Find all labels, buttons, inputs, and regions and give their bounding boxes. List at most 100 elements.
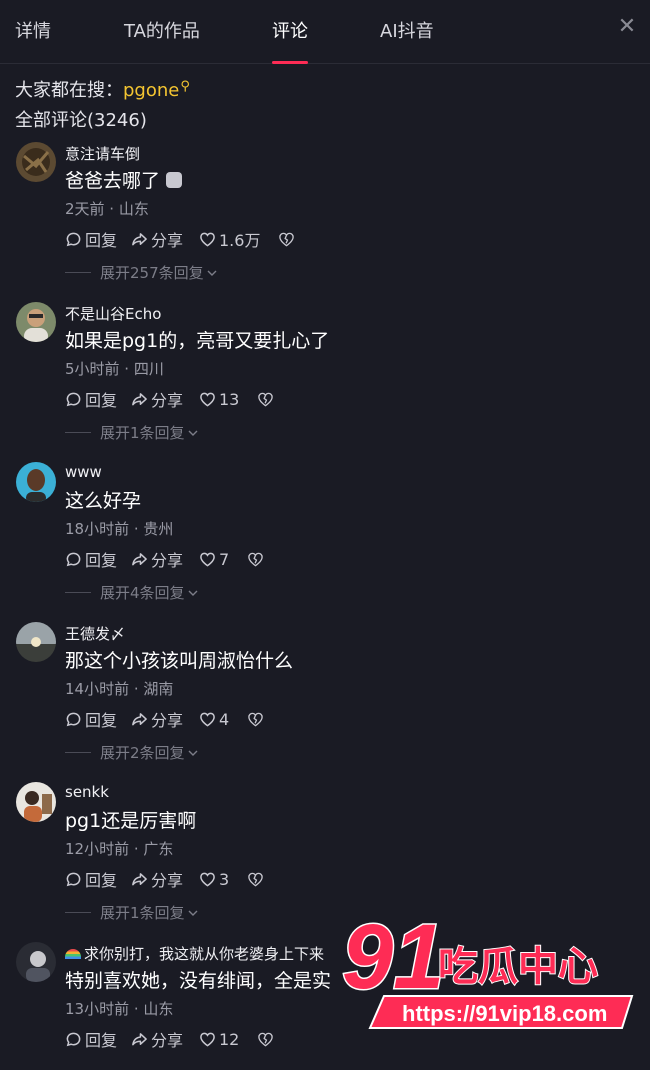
comment-text: 如果是pg1的，亮哥又要扎心了 xyxy=(65,330,330,352)
comment-item: www 这么好孕 18小时前 · 贵州 回复 分享 7 展开4条回复 xyxy=(0,462,650,622)
comment-actions: 回复 分享 7 xyxy=(65,548,267,570)
like-button[interactable]: 7 xyxy=(199,550,229,569)
tab-details[interactable]: 详情 xyxy=(15,20,51,44)
like-count: 4 xyxy=(219,709,230,729)
close-icon[interactable]: ✕ xyxy=(616,16,638,38)
like-button[interactable]: 1.6万 xyxy=(199,227,260,251)
comment-text: 爸爸去哪了 xyxy=(65,166,183,193)
comment-meta: 2天前 · 山东 xyxy=(65,200,149,218)
emoji-sticker-icon xyxy=(166,172,183,188)
reply-icon xyxy=(66,232,81,246)
expand-replies[interactable]: 展开257条回复 xyxy=(65,262,218,283)
share-button[interactable]: 分享 xyxy=(131,387,199,411)
share-button[interactable]: 分享 xyxy=(131,707,199,731)
dislike-button[interactable] xyxy=(247,711,267,728)
broken-heart-icon xyxy=(258,392,274,406)
reply-icon xyxy=(66,872,81,886)
like-count: 12 xyxy=(219,1029,240,1049)
expand-replies[interactable]: 展开2条回复 xyxy=(65,742,199,763)
expand-replies[interactable]: 展开4条回复 xyxy=(65,582,199,603)
avatar[interactable] xyxy=(16,302,56,342)
like-button[interactable]: 12 xyxy=(199,1030,239,1049)
reply-button[interactable]: 回复 xyxy=(65,387,131,411)
comment-username[interactable]: senkk xyxy=(65,783,109,801)
divider xyxy=(65,272,91,273)
watermark-url: https://91vip18.com xyxy=(402,1001,607,1026)
tab-works[interactable]: TA的作品 xyxy=(124,20,200,44)
share-button[interactable]: 分享 xyxy=(131,547,199,571)
like-count: 13 xyxy=(219,389,240,409)
dislike-button[interactable] xyxy=(257,391,277,408)
like-count: 1.6万 xyxy=(219,231,261,250)
share-button[interactable]: 分享 xyxy=(131,867,199,891)
share-icon xyxy=(132,392,147,405)
comment-username[interactable]: 王德发〆 xyxy=(65,623,125,644)
expand-replies[interactable]: 展开1条回复 xyxy=(65,422,199,443)
reply-button[interactable]: 回复 xyxy=(65,1027,131,1051)
comment-meta: 12小时前 · 广东 xyxy=(65,840,174,858)
search-prefix: 大家都在搜： xyxy=(15,80,123,101)
like-count: 7 xyxy=(219,549,230,569)
heart-icon xyxy=(200,872,215,887)
comment-meta: 5小时前 · 四川 xyxy=(65,360,164,378)
avatar[interactable] xyxy=(16,942,56,982)
expand-replies[interactable]: 展开1条回复 xyxy=(65,902,199,923)
reply-icon xyxy=(66,552,81,566)
comments-total: 全部评论(3246) xyxy=(15,110,147,131)
like-button[interactable]: 13 xyxy=(199,390,239,409)
share-button[interactable]: 分享 xyxy=(131,227,199,251)
reply-icon xyxy=(66,1032,81,1046)
comment-text: 那这个小孩该叫周淑怡什么 xyxy=(65,650,294,672)
avatar[interactable] xyxy=(16,462,56,502)
tab-bar: 详情 TA的作品 评论 AI抖音 ✕ xyxy=(0,0,650,64)
divider xyxy=(65,752,91,753)
tab-ai-douyin[interactable]: AI抖音 xyxy=(380,20,434,44)
dislike-button[interactable] xyxy=(247,551,267,568)
divider xyxy=(65,592,91,593)
dislike-button[interactable] xyxy=(278,231,298,248)
avatar[interactable] xyxy=(16,782,56,822)
comment-username[interactable]: 意注请车倒 xyxy=(65,143,140,164)
reply-icon xyxy=(66,392,81,406)
reply-button[interactable]: 回复 xyxy=(65,547,131,571)
avatar[interactable] xyxy=(16,622,56,662)
heart-icon xyxy=(200,1032,215,1047)
chevron-down-icon xyxy=(188,910,198,916)
comment-meta: 13小时前 · 山东 xyxy=(65,1000,174,1018)
heart-icon xyxy=(200,712,215,727)
share-button[interactable]: 分享 xyxy=(131,1027,199,1051)
share-icon xyxy=(132,712,147,725)
broken-heart-icon xyxy=(258,1032,274,1046)
watermark-logo: 91 吃瓜中心 https://91vip18.com xyxy=(340,905,640,1040)
broken-heart-icon xyxy=(248,872,263,886)
comment-actions: 回复 分享 12 xyxy=(65,1028,277,1050)
watermark-number: 91 xyxy=(342,910,444,1008)
reply-button[interactable]: 回复 xyxy=(65,867,131,891)
search-icon[interactable]: ⚲ xyxy=(180,79,190,94)
comment-username[interactable]: www xyxy=(65,463,102,481)
broken-heart-icon xyxy=(248,712,263,726)
comment-actions: 回复 分享 3 xyxy=(65,868,267,890)
reply-button[interactable]: 回复 xyxy=(65,707,131,731)
search-suggestion: 大家都在搜：pgone⚲ xyxy=(15,76,190,102)
like-button[interactable]: 3 xyxy=(199,870,229,889)
comment-username[interactable]: 不是山谷Echo xyxy=(65,303,161,324)
comment-text: 特别喜欢她，没有绯闻，全是实 xyxy=(65,970,332,992)
dislike-button[interactable] xyxy=(257,1031,277,1048)
tab-comments[interactable]: 评论 xyxy=(272,20,308,44)
share-icon xyxy=(132,232,147,245)
comment-actions: 回复 分享 4 xyxy=(65,708,267,730)
comment-item: 意注请车倒 爸爸去哪了 2天前 · 山东 回复 分享 1.6万 展开257条回复 xyxy=(0,142,650,302)
broken-heart-icon xyxy=(248,552,263,566)
share-icon xyxy=(132,552,147,565)
comment-meta: 18小时前 · 贵州 xyxy=(65,520,174,538)
comment-item: 不是山谷Echo 如果是pg1的，亮哥又要扎心了 5小时前 · 四川 回复 分享… xyxy=(0,302,650,462)
reply-button[interactable]: 回复 xyxy=(65,227,131,251)
heart-icon xyxy=(200,232,215,247)
dislike-button[interactable] xyxy=(247,871,267,888)
broken-heart-icon xyxy=(279,232,295,246)
like-button[interactable]: 4 xyxy=(199,710,229,729)
avatar[interactable] xyxy=(16,142,56,182)
search-keyword[interactable]: pgone xyxy=(123,80,179,101)
chevron-down-icon xyxy=(188,430,198,436)
